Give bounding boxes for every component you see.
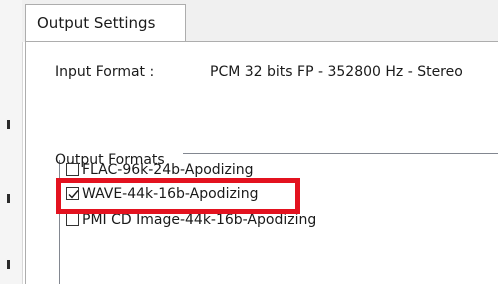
edge-marker [7, 194, 10, 203]
input-format-label: Input Format : [55, 64, 155, 80]
edge-marker [7, 260, 10, 269]
checkbox-pmi-cd[interactable] [66, 213, 79, 226]
edge-marker [7, 120, 10, 129]
highlight-box [56, 178, 300, 214]
tab-output-settings[interactable]: Output Settings [25, 4, 186, 42]
checkbox-flac[interactable] [66, 163, 79, 176]
window-left-edge [0, 0, 23, 284]
input-format-value: PCM 32 bits FP - 352800 Hz - Stereo [210, 64, 463, 80]
list-item-label: FLAC-96k-24b-Apodizing [82, 162, 254, 178]
